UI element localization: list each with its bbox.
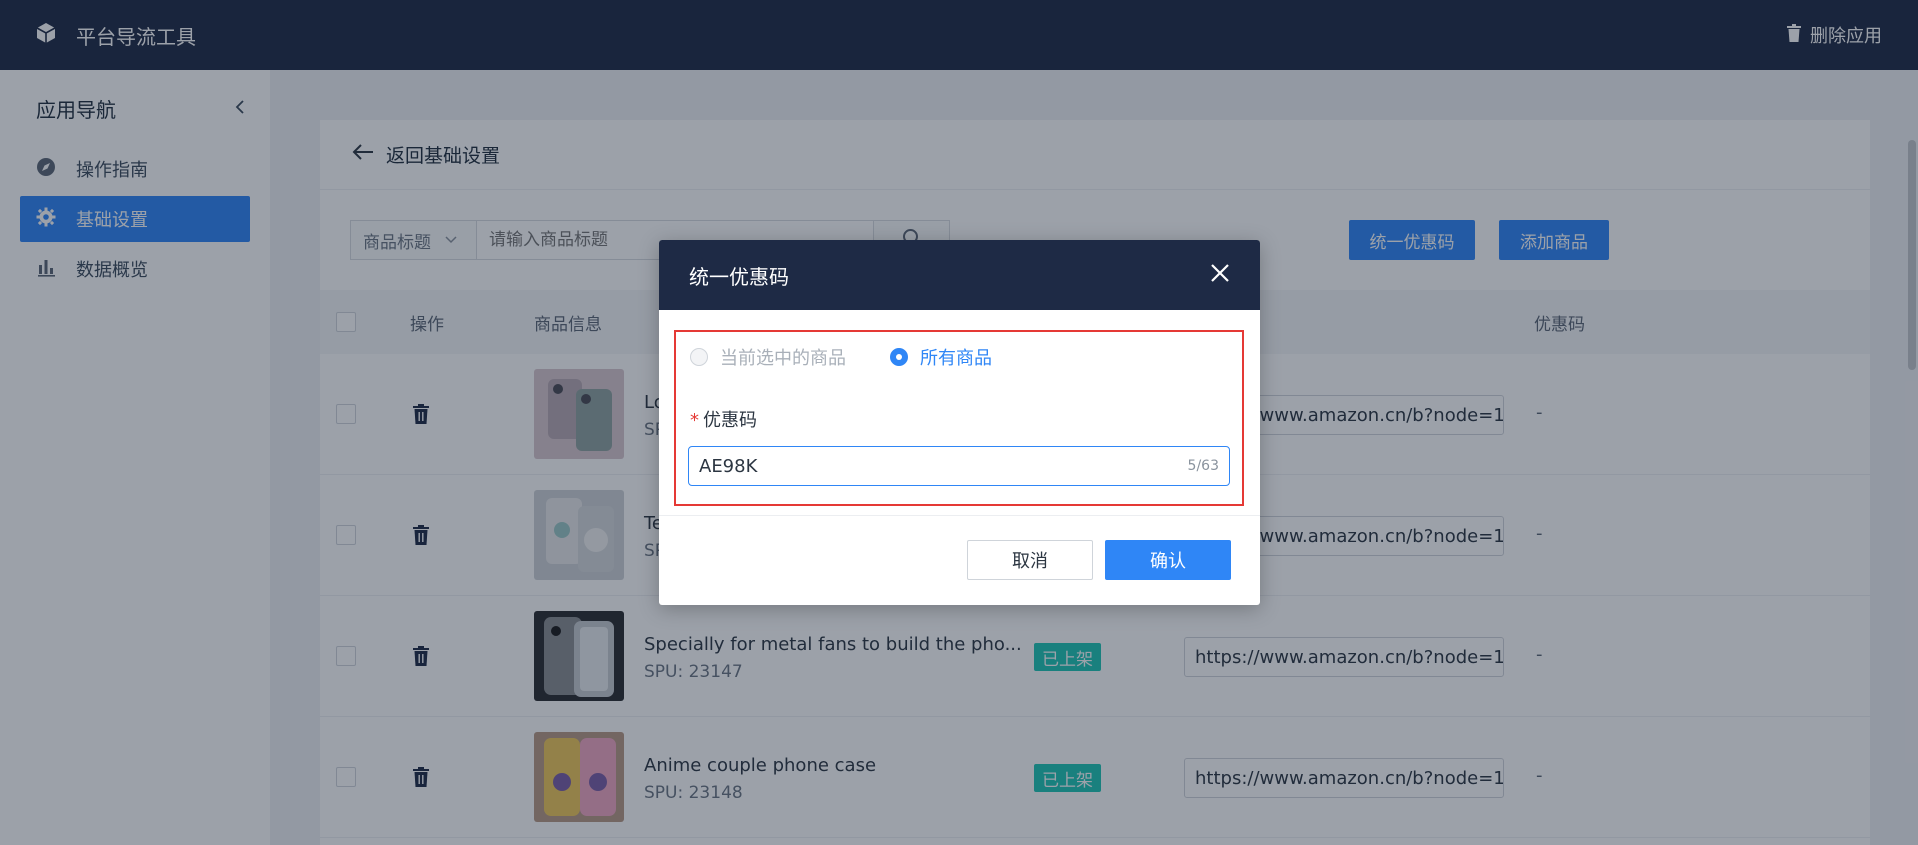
confirm-button[interactable]: 确认: [1105, 540, 1231, 580]
close-icon[interactable]: [1210, 263, 1230, 288]
dialog-divider: [659, 515, 1260, 516]
coupon-code-input[interactable]: AE98K 5/63: [688, 446, 1230, 486]
cancel-button[interactable]: 取消: [967, 540, 1093, 580]
radio-all-items-label[interactable]: 所有商品: [920, 344, 992, 370]
radio-selected-items[interactable]: [690, 348, 708, 366]
dialog-title: 统一优惠码: [689, 264, 789, 289]
coupon-code-value: AE98K: [699, 455, 758, 477]
radio-all-items[interactable]: [890, 348, 908, 366]
required-mark: *: [690, 410, 699, 431]
dialog-form-highlight: 当前选中的商品 所有商品 * 优惠码 AE98K 5/63: [674, 330, 1244, 506]
dialog-header: 统一优惠码: [659, 240, 1260, 310]
unify-coupon-dialog: 统一优惠码 当前选中的商品 所有商品 * 优惠码 AE98K 5/63 取消 确认: [659, 240, 1260, 605]
scope-radio-group: 当前选中的商品 所有商品: [690, 344, 992, 370]
coupon-field-label-text: 优惠码: [703, 410, 757, 431]
coupon-field-label: * 优惠码: [690, 406, 757, 432]
char-counter: 5/63: [1187, 458, 1219, 474]
radio-selected-items-label[interactable]: 当前选中的商品: [720, 344, 846, 370]
